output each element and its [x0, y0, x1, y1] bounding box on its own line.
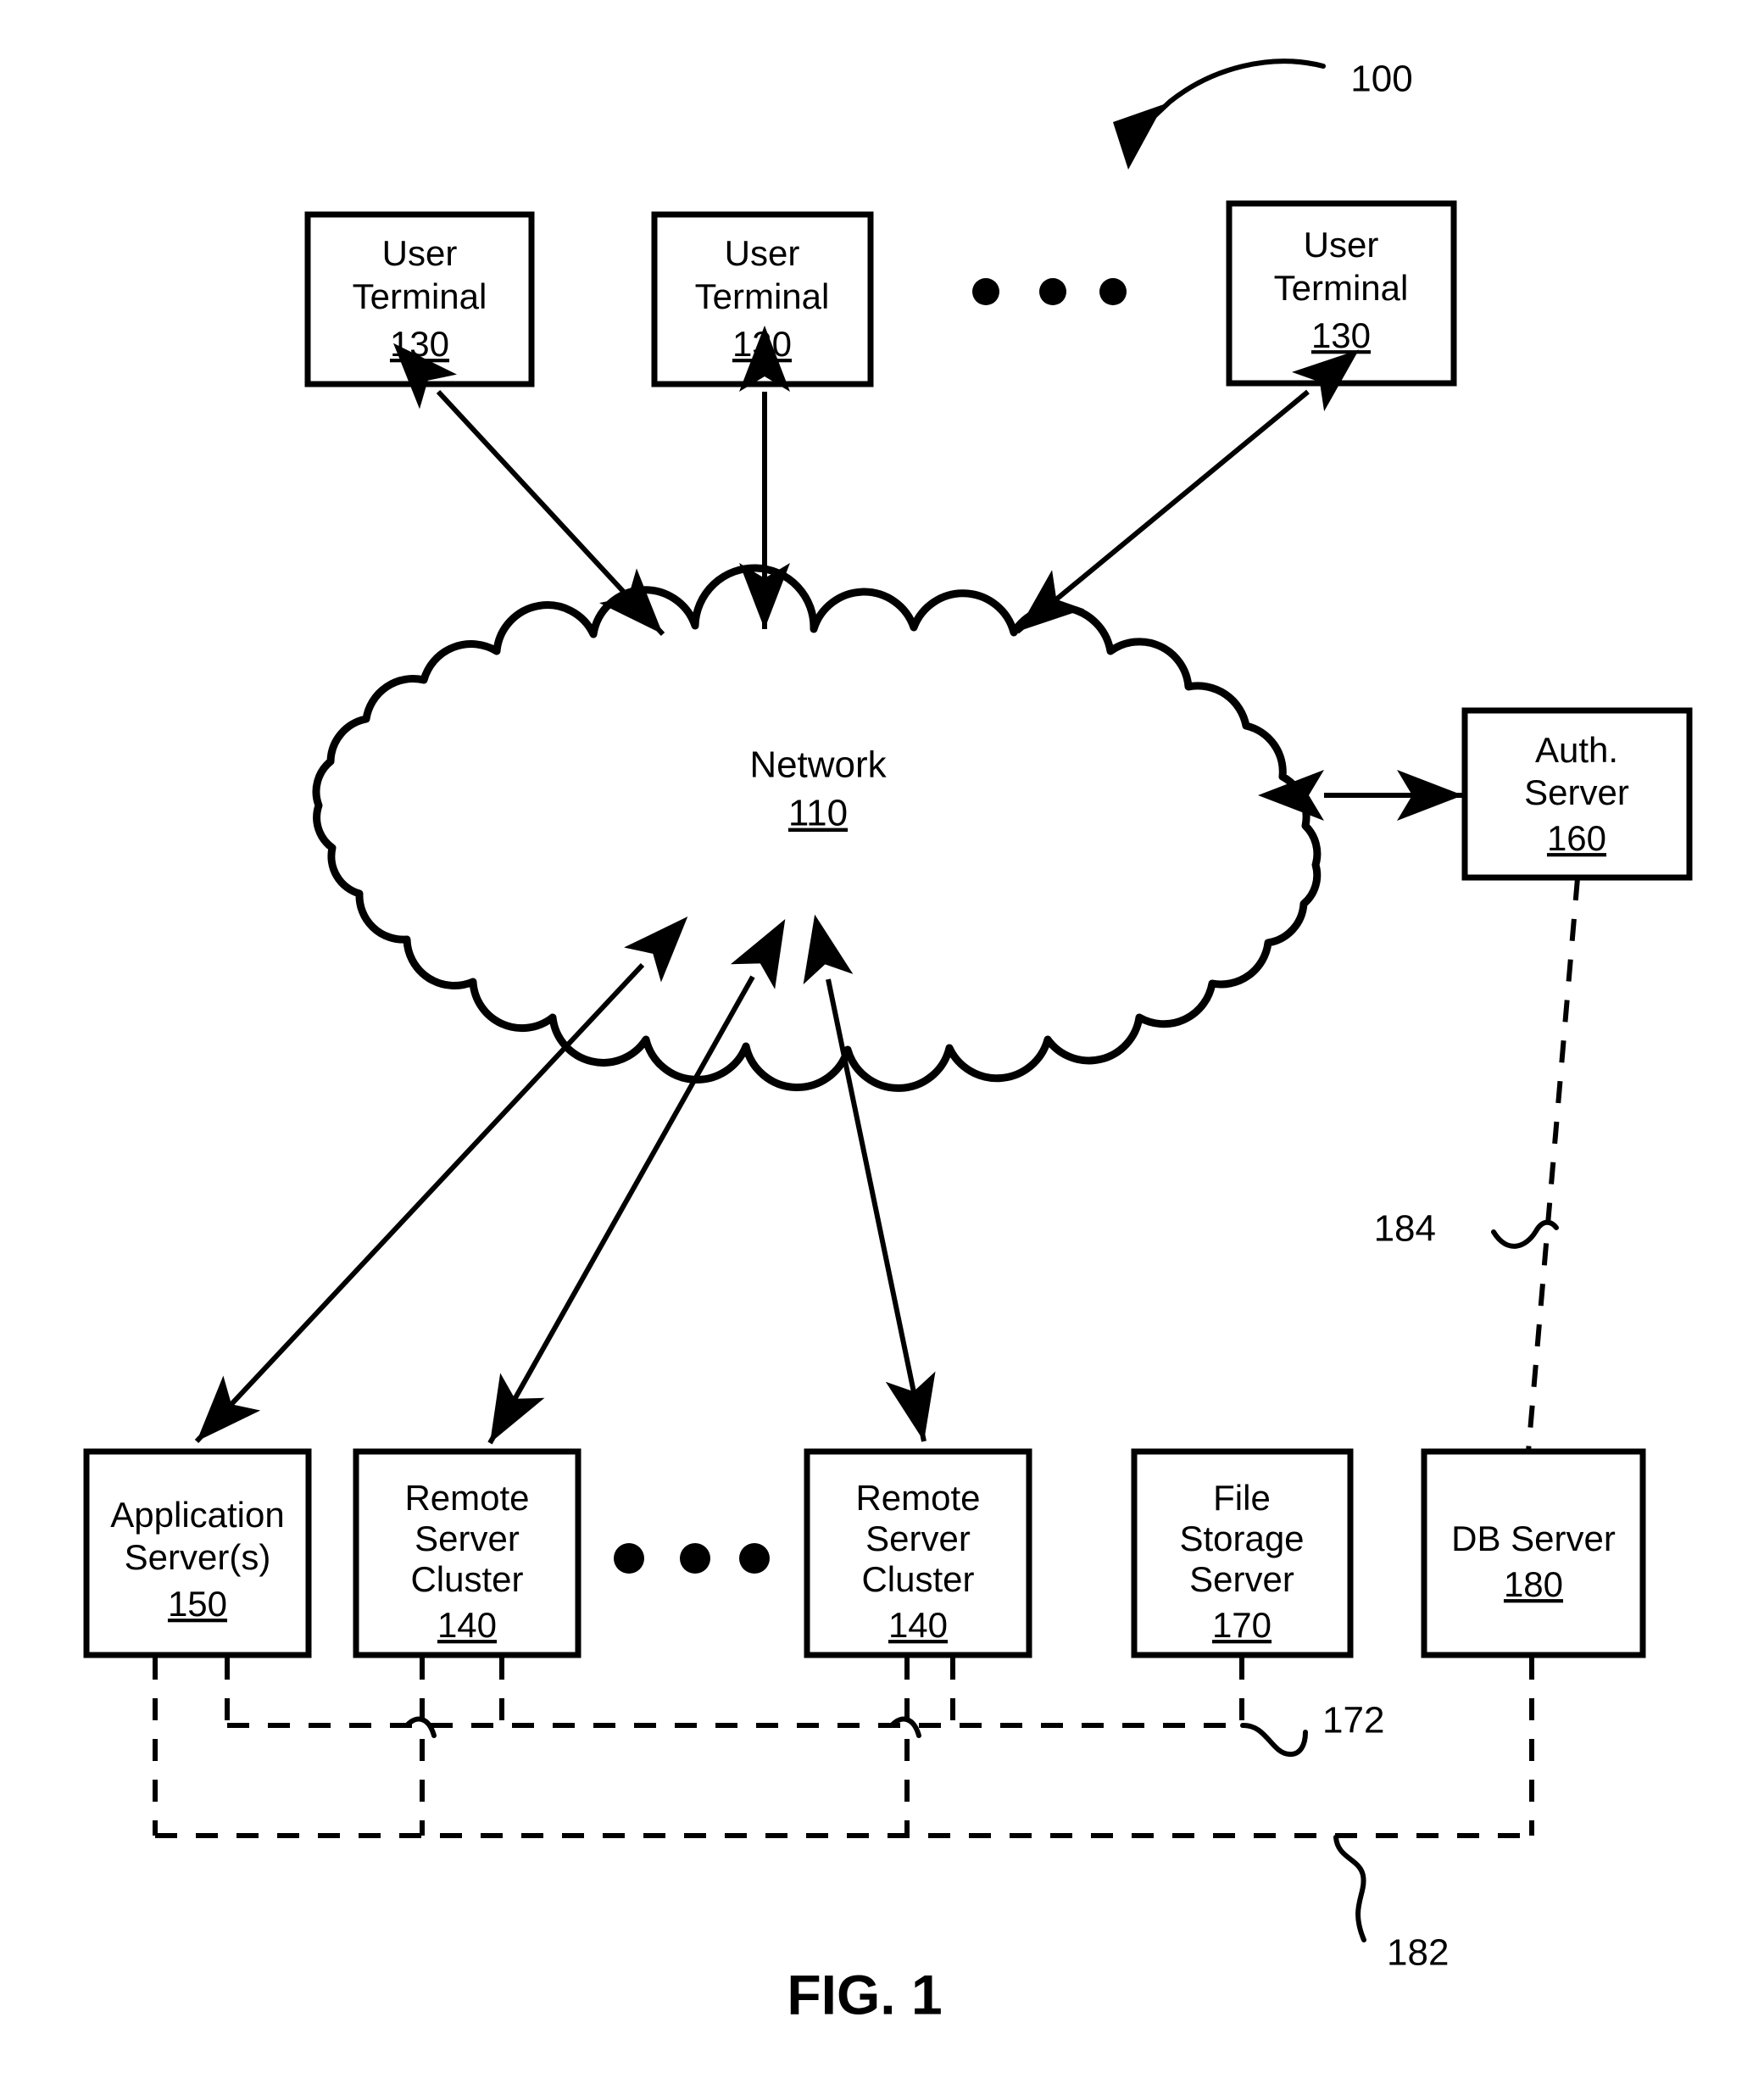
remote-server-cluster-1-line2: Server: [415, 1519, 520, 1558]
network-label: Network: [749, 744, 887, 786]
remote-server-cluster-2-line3: Cluster: [861, 1559, 974, 1599]
auth-server[interactable]: Auth. Server 160: [1461, 707, 1693, 881]
user-terminal-ellipsis: [972, 278, 1127, 305]
file-bus-label: 172: [1322, 1700, 1384, 1741]
file-storage-server-line2: Storage: [1179, 1519, 1304, 1558]
application-server[interactable]: Application Server(s) 150: [83, 1448, 312, 1658]
network-cloud[interactable]: Network 110: [312, 564, 1322, 1092]
ellipsis-dot-1: [972, 278, 999, 305]
system-callout: 100: [1113, 59, 1413, 170]
auth-db-lead-curve: [1491, 1219, 1559, 1249]
file-storage-server-ref: 170: [1212, 1605, 1272, 1645]
remote-server-cluster-1-ref: 140: [437, 1605, 497, 1645]
auth-db-dashed-path: [1526, 878, 1580, 1452]
link-network-appserver: [194, 917, 688, 1444]
user-terminal-2-ref: 130: [732, 324, 792, 364]
user-terminal-1-line1: User: [382, 233, 458, 273]
auth-server-line1: Auth.: [1535, 730, 1618, 770]
system-architecture-diagram: 100 User Terminal 130 User Terminal 130 …: [83, 59, 1693, 2026]
user-terminal-1-line2: Terminal: [353, 276, 487, 316]
auth-db-link-label: 184: [1374, 1208, 1436, 1250]
db-server-ref: 180: [1504, 1564, 1563, 1604]
remote-server-cluster-1-line1: Remote: [404, 1478, 529, 1518]
auth-server-ref: 160: [1547, 818, 1606, 858]
user-terminal-3-line1: User: [1304, 225, 1379, 265]
user-terminal-3-ref: 130: [1311, 315, 1371, 355]
link-terminal3-network: [1016, 349, 1360, 634]
patent-figure: 100 User Terminal 130 User Terminal 130 …: [0, 0, 1764, 2073]
application-server-line2: Server(s): [125, 1537, 271, 1577]
remote-server-cluster-2-line1: Remote: [855, 1478, 980, 1518]
remote-server-cluster-ellipsis: [614, 1543, 770, 1574]
user-terminal-3[interactable]: User Terminal 130: [1226, 200, 1457, 387]
system-callout-arrowhead: [1113, 104, 1164, 170]
ellipsis-dot-5: [680, 1543, 710, 1574]
user-terminal-2-line2: Terminal: [695, 276, 830, 316]
remote-server-cluster-1[interactable]: Remote Server Cluster 140: [353, 1448, 582, 1658]
remote-server-cluster-1-line3: Cluster: [410, 1559, 523, 1599]
auth-db-dashed-link: 184: [1374, 878, 1580, 1452]
file-storage-server[interactable]: File Storage Server 170: [1131, 1448, 1354, 1658]
file-storage-server-line1: File: [1213, 1478, 1271, 1518]
db-bus-label: 182: [1387, 1932, 1449, 1974]
application-server-line1: Application: [110, 1495, 284, 1535]
user-terminal-2-line1: User: [725, 233, 800, 273]
ellipsis-dot-2: [1039, 278, 1066, 305]
figure-caption: FIG. 1: [787, 1963, 942, 2026]
system-callout-curve: [1126, 59, 1326, 143]
link-terminal1-network: [392, 343, 665, 637]
user-terminal-3-line2: Terminal: [1274, 268, 1409, 308]
application-server-ref: 150: [168, 1584, 227, 1624]
user-terminal-1-ref: 130: [390, 324, 449, 364]
system-ref-label: 100: [1350, 59, 1412, 100]
remote-server-cluster-2-line2: Server: [865, 1519, 971, 1558]
remote-server-cluster-2[interactable]: Remote Server Cluster 140: [804, 1448, 1032, 1658]
ellipsis-dot-4: [614, 1543, 644, 1574]
db-server[interactable]: DB Server 180: [1421, 1448, 1646, 1658]
auth-server-line2: Server: [1524, 772, 1629, 812]
file-storage-server-line3: Server: [1189, 1559, 1294, 1599]
user-terminal-1[interactable]: User Terminal 130: [304, 211, 535, 387]
network-ref: 110: [788, 793, 848, 834]
db-server-line1: DB Server: [1451, 1519, 1616, 1558]
db-bus-lead-curve: [1333, 1835, 1366, 1942]
ellipsis-dot-3: [1099, 278, 1127, 305]
user-terminal-2[interactable]: User Terminal 130: [651, 211, 874, 387]
ellipsis-dot-6: [739, 1543, 770, 1574]
file-storage-bus: 172: [225, 1658, 1384, 1757]
file-bus-lead-curve: [1240, 1722, 1308, 1757]
remote-server-cluster-2-ref: 140: [888, 1605, 948, 1645]
